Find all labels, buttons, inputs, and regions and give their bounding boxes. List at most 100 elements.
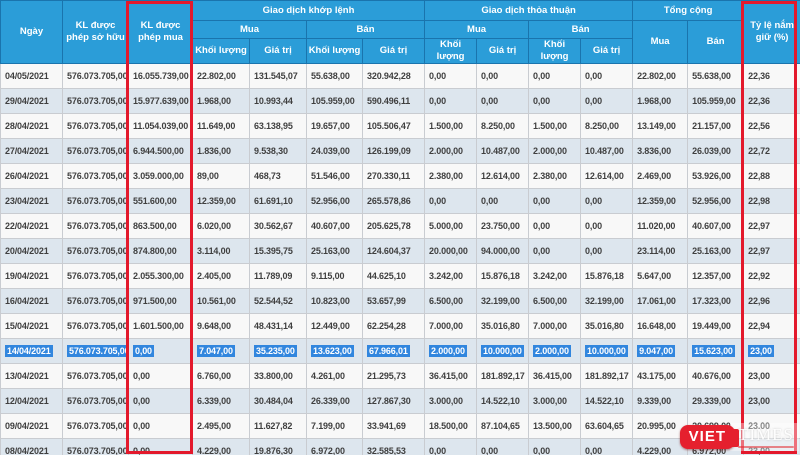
cell-om-sell-value: 270.330,11 xyxy=(363,163,425,188)
cell-om-buy-volume: 9.648,00 xyxy=(193,313,250,338)
cell-total-sell: 12.357,00 xyxy=(688,263,744,288)
cell-allowed-own: 576.073.705,00 xyxy=(63,163,129,188)
cell-total-sell: 17.323,00 xyxy=(688,288,744,313)
cell-om-buy-value: 19.876,30 xyxy=(250,438,307,455)
cell-ratio: 23,00 xyxy=(744,388,800,413)
cell-om-buy-value: 10.993,44 xyxy=(250,88,307,113)
cell-om-buy-value: 30.484,04 xyxy=(250,388,307,413)
cell-om-buy-volume: 2.495,00 xyxy=(193,413,250,438)
cell-total-buy: 23.114,00 xyxy=(633,238,688,263)
cell-pt-buy-volume: 3.242,00 xyxy=(425,263,477,288)
cell-om-sell-value: 62.254,28 xyxy=(363,313,425,338)
header-group-put-through: Giao dịch thỏa thuận xyxy=(425,1,633,21)
cell-total-sell: 29.339,00 xyxy=(688,388,744,413)
cell-allowed-own: 576.073.705,00 xyxy=(63,388,129,413)
cell-ratio: 23,00 xyxy=(744,338,800,363)
foreign-trading-table: Ngày KL được phép sở hữu KL được phép mu… xyxy=(0,0,800,455)
cell-pt-buy-value: 10.000,00 xyxy=(477,338,529,363)
cell-pt-buy-volume: 6.500,00 xyxy=(425,288,477,313)
cell-date: 29/04/2021 xyxy=(1,88,63,113)
cell-allowed-own: 576.073.705,00 xyxy=(63,263,129,288)
cell-allowed-buy: 0,00 xyxy=(129,438,193,455)
cell-total-buy: 2.469,00 xyxy=(633,163,688,188)
cell-allowed-own: 576.073.705,00 xyxy=(63,213,129,238)
cell-allowed-own: 576.073.705,00 xyxy=(63,88,129,113)
cell-allowed-own: 576.073.705,00 xyxy=(63,188,129,213)
cell-pt-buy-volume: 2.000,00 xyxy=(425,138,477,163)
cell-allowed-buy: 1.601.500,00 xyxy=(129,313,193,338)
cell-ratio: 22,96 xyxy=(744,288,800,313)
cell-allowed-buy: 6.944.500,00 xyxy=(129,138,193,163)
cell-pt-buy-volume: 0,00 xyxy=(425,63,477,88)
cell-pt-buy-value: 32.199,00 xyxy=(477,288,529,313)
cell-allowed-own: 576.073.705,00 xyxy=(63,288,129,313)
cell-pt-sell-volume: 1.500,00 xyxy=(529,113,581,138)
cell-om-buy-value: 15.395,75 xyxy=(250,238,307,263)
cell-pt-buy-value: 94.000,00 xyxy=(477,238,529,263)
cell-om-buy-value: 131.545,07 xyxy=(250,63,307,88)
cell-om-sell-value: 53.657,99 xyxy=(363,288,425,313)
cell-date: 28/04/2021 xyxy=(1,113,63,138)
header-total-buy: Mua xyxy=(633,21,688,64)
cell-om-buy-volume: 6.339,00 xyxy=(193,388,250,413)
cell-date: 23/04/2021 xyxy=(1,188,63,213)
header-om-sell-volume: Khối lượng xyxy=(307,39,363,64)
cell-pt-sell-value: 8.250,00 xyxy=(581,113,633,138)
cell-om-buy-volume: 89,00 xyxy=(193,163,250,188)
cell-om-sell-value: 590.496,11 xyxy=(363,88,425,113)
cell-pt-sell-value: 63.604,65 xyxy=(581,413,633,438)
cell-ratio: 22,97 xyxy=(744,238,800,263)
cell-om-buy-volume: 12.359,00 xyxy=(193,188,250,213)
cell-om-sell-volume: 51.546,00 xyxy=(307,163,363,188)
cell-ratio: 22,88 xyxy=(744,163,800,188)
header-total-sell: Bán xyxy=(688,21,744,64)
cell-allowed-buy: 16.055.739,00 xyxy=(129,63,193,88)
cell-total-sell: 15.623,00 xyxy=(688,338,744,363)
cell-pt-sell-value: 10.487,00 xyxy=(581,138,633,163)
viettimes-watermark: VIET TIMES xyxy=(680,423,799,451)
cell-total-buy: 11.020,00 xyxy=(633,213,688,238)
cell-om-sell-volume: 12.449,00 xyxy=(307,313,363,338)
cell-allowed-buy: 551.600,00 xyxy=(129,188,193,213)
cell-allowed-buy: 0,00 xyxy=(129,338,193,363)
cell-pt-sell-volume: 0,00 xyxy=(529,438,581,455)
cell-allowed-own: 576.073.705,00 xyxy=(63,113,129,138)
cell-om-sell-volume: 24.039,00 xyxy=(307,138,363,163)
cell-pt-buy-value: 87.104,65 xyxy=(477,413,529,438)
cell-om-buy-volume: 7.047,00 xyxy=(193,338,250,363)
cell-pt-buy-value: 12.614,00 xyxy=(477,163,529,188)
cell-ratio: 23,00 xyxy=(744,363,800,388)
cell-om-buy-value: 468,73 xyxy=(250,163,307,188)
header-pt-sell-volume: Khối lượng xyxy=(529,39,581,64)
cell-pt-sell-volume: 2.000,00 xyxy=(529,338,581,363)
cell-om-buy-value: 61.691,10 xyxy=(250,188,307,213)
cell-total-buy: 43.175,00 xyxy=(633,363,688,388)
cell-allowed-buy: 0,00 xyxy=(129,388,193,413)
cell-pt-buy-value: 0,00 xyxy=(477,438,529,455)
cell-om-buy-value: 11.627,82 xyxy=(250,413,307,438)
cell-total-buy: 5.647,00 xyxy=(633,263,688,288)
cell-om-buy-value: 52.544,52 xyxy=(250,288,307,313)
cell-pt-buy-value: 23.750,00 xyxy=(477,213,529,238)
cell-total-buy: 16.648,00 xyxy=(633,313,688,338)
cell-ratio: 22,97 xyxy=(744,213,800,238)
table-row: 12/04/2021576.073.705,000,006.339,0030.4… xyxy=(1,388,800,413)
cell-allowed-own: 576.073.705,00 xyxy=(63,363,129,388)
cell-om-sell-value: 105.506,47 xyxy=(363,113,425,138)
cell-om-sell-volume: 4.261,00 xyxy=(307,363,363,388)
cell-allowed-buy: 863.500,00 xyxy=(129,213,193,238)
cell-allowed-own: 576.073.705,00 xyxy=(63,238,129,263)
cell-pt-sell-volume: 0,00 xyxy=(529,213,581,238)
cell-date: 20/04/2021 xyxy=(1,238,63,263)
table-row: 14/04/2021576.073.705,000,007.047,0035.2… xyxy=(1,338,800,363)
cell-om-sell-value: 265.578,86 xyxy=(363,188,425,213)
cell-om-sell-volume: 6.972,00 xyxy=(307,438,363,455)
table-body: 04/05/2021576.073.705,0016.055.739,0022.… xyxy=(1,63,800,455)
cell-date: 15/04/2021 xyxy=(1,313,63,338)
cell-date: 19/04/2021 xyxy=(1,263,63,288)
cell-pt-sell-value: 0,00 xyxy=(581,213,633,238)
cell-om-buy-value: 63.138,95 xyxy=(250,113,307,138)
header-group-total: Tổng cộng xyxy=(633,1,744,21)
cell-pt-sell-value: 181.892,17 xyxy=(581,363,633,388)
cell-pt-sell-value: 32.199,00 xyxy=(581,288,633,313)
